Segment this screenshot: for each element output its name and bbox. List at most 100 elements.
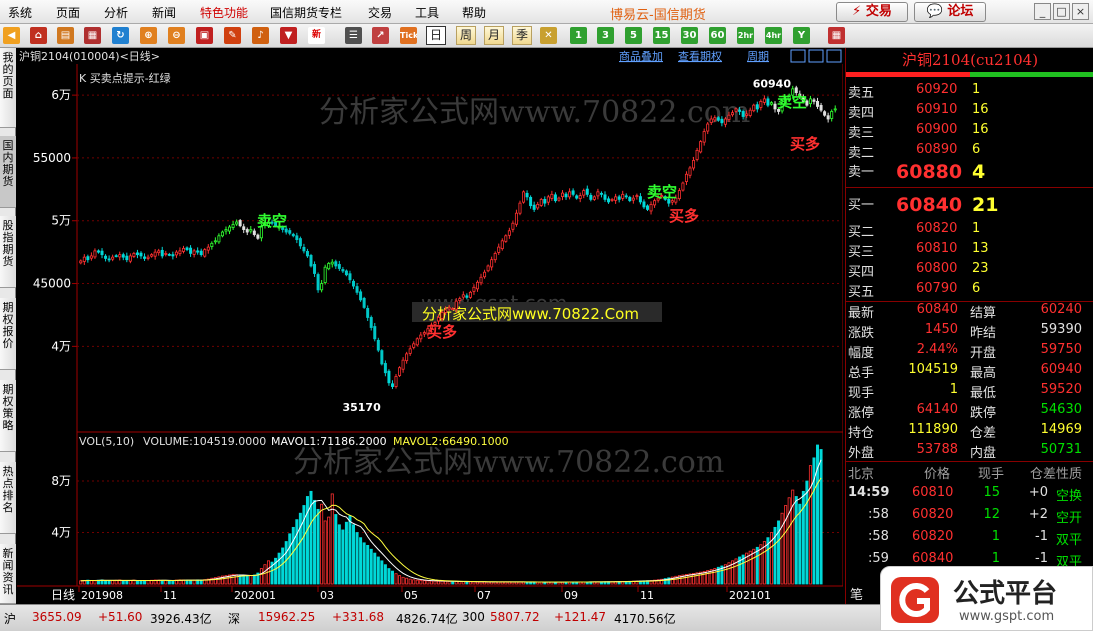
menu-page[interactable]: 页面	[56, 4, 80, 21]
period-week[interactable]: 周	[456, 26, 477, 45]
link-commodity-overlay[interactable]: 商品叠加	[619, 49, 663, 63]
candle	[553, 194, 557, 202]
candle	[86, 256, 90, 261]
refresh-icon[interactable]: ↻	[112, 27, 129, 44]
period-day[interactable]: 日	[426, 26, 447, 45]
link-period[interactable]: 周期	[747, 50, 769, 63]
period-2hr[interactable]: 2hr	[737, 27, 754, 44]
period-season[interactable]: 季	[512, 26, 533, 45]
volume-bar	[412, 579, 416, 585]
menu-tools[interactable]: 工具	[415, 4, 439, 21]
tab-news[interactable]: 新闻资讯	[0, 544, 16, 604]
instrument-title: 沪铜2104(cu2104)	[846, 48, 1093, 72]
x-axis-tick: 07	[477, 589, 491, 602]
candle	[642, 201, 646, 208]
volume-bar	[160, 580, 164, 585]
candle	[614, 196, 618, 201]
link-view-options[interactable]: 查看期权	[678, 49, 722, 63]
zoom-in-icon[interactable]: ⊕	[140, 27, 157, 44]
kline-chart[interactable]: 分析家公式网www.70822.comwww.gspt.com分析家公式网www…	[17, 48, 843, 604]
volume-bar	[415, 579, 419, 585]
period-year[interactable]: Y	[793, 27, 810, 44]
tab-option-strategy[interactable]: 期权策略	[0, 380, 16, 452]
menu-news[interactable]: 新闻	[152, 4, 176, 21]
period-15min[interactable]: 15	[653, 27, 670, 44]
candle	[228, 226, 232, 232]
period-60min[interactable]: 60	[709, 27, 726, 44]
tab-index-futures[interactable]: 股指期货	[0, 216, 16, 288]
list-icon[interactable]: ☰	[345, 27, 362, 44]
funnel-icon[interactable]: ▼	[280, 27, 297, 44]
volume-bar	[426, 580, 430, 585]
minimize-icon[interactable]: _	[1034, 3, 1051, 20]
volume-bar	[394, 573, 398, 585]
stat-label: 内盘	[970, 446, 997, 461]
candle	[461, 294, 465, 298]
period-month[interactable]: 月	[484, 26, 505, 45]
candle	[451, 308, 455, 311]
volume-bar	[334, 514, 338, 585]
period-30min[interactable]: 30	[681, 27, 698, 44]
tab-domestic-futures[interactable]: 国内期货	[0, 136, 16, 208]
candle	[82, 256, 86, 262]
x-axis-tick: 201908	[81, 589, 123, 602]
candle	[104, 255, 108, 259]
vol-value: VOLUME:104519.0000	[143, 435, 266, 448]
volume-bar	[305, 496, 309, 585]
menu-trade[interactable]: 交易	[368, 4, 392, 21]
candle	[486, 265, 490, 272]
pen-icon[interactable]: ✎	[224, 27, 241, 44]
tab-hot-ranking[interactable]: 热点排名	[0, 462, 16, 534]
quote-icon[interactable]: ▦	[84, 27, 101, 44]
candle	[298, 238, 302, 247]
bid-label: 买一	[848, 198, 875, 213]
window-icon[interactable]: ▣	[196, 27, 213, 44]
new-icon[interactable]: 新	[308, 27, 325, 44]
tab-option-quotes[interactable]: 期权报价	[0, 298, 16, 370]
candle	[118, 254, 122, 258]
bid-label: 买三	[848, 245, 875, 260]
document-icon[interactable]: ▤	[57, 27, 74, 44]
candle	[447, 307, 451, 310]
stat-value: 64140	[916, 402, 958, 417]
tick-tab[interactable]: 笔	[850, 584, 863, 604]
volume-bar	[780, 512, 784, 585]
candle	[543, 198, 547, 204]
tick-icon[interactable]: Tick	[400, 27, 417, 44]
menu-special[interactable]: 特色功能	[200, 4, 248, 21]
chart-line-icon[interactable]: ↗	[372, 27, 389, 44]
menu-system[interactable]: 系统	[8, 4, 32, 21]
maximize-icon[interactable]: □	[1053, 3, 1070, 20]
candle	[419, 334, 423, 340]
chart-area[interactable]: 分析家公式网www.70822.comwww.gspt.com分析家公式网www…	[17, 48, 843, 604]
close-icon[interactable]: ×	[1072, 3, 1089, 20]
candle	[759, 101, 763, 108]
trade-button[interactable]: ⚡ 交易	[836, 2, 908, 22]
candle	[220, 231, 224, 237]
x-axis-tick: 05	[404, 589, 418, 602]
period-3min[interactable]: 3	[597, 27, 614, 44]
candle	[305, 250, 309, 257]
ask-price: 60920	[916, 82, 958, 97]
cross-icon[interactable]: ✕	[540, 27, 557, 44]
bell-icon[interactable]: ♪	[252, 27, 269, 44]
candle	[713, 117, 717, 121]
menu-analysis[interactable]: 分析	[104, 4, 128, 21]
index-quote: 5807.72	[490, 610, 540, 624]
home-icon[interactable]: ⌂	[30, 27, 47, 44]
period-1min[interactable]: 1	[570, 27, 587, 44]
menu-bar: 系统 页面 分析 新闻 特色功能 国信期货专栏 交易 工具 帮助 博易云-国信期…	[0, 0, 1093, 24]
period-5min[interactable]: 5	[625, 27, 642, 44]
candle	[79, 260, 83, 264]
period-4hr[interactable]: 4hr	[765, 27, 782, 44]
candle	[830, 111, 834, 119]
back-arrow-icon[interactable]: ◀	[3, 27, 20, 44]
menu-guoxin-column[interactable]: 国信期货专栏	[270, 4, 342, 21]
menu-help[interactable]: 帮助	[462, 4, 486, 21]
zoom-out-icon[interactable]: ⊖	[168, 27, 185, 44]
candle	[812, 99, 816, 102]
ask-price: 60880	[896, 161, 963, 183]
tab-my-page[interactable]: 我的页面	[0, 48, 16, 128]
grid-icon[interactable]: ▦	[828, 27, 845, 44]
forum-button[interactable]: 💬 论坛	[914, 2, 986, 22]
